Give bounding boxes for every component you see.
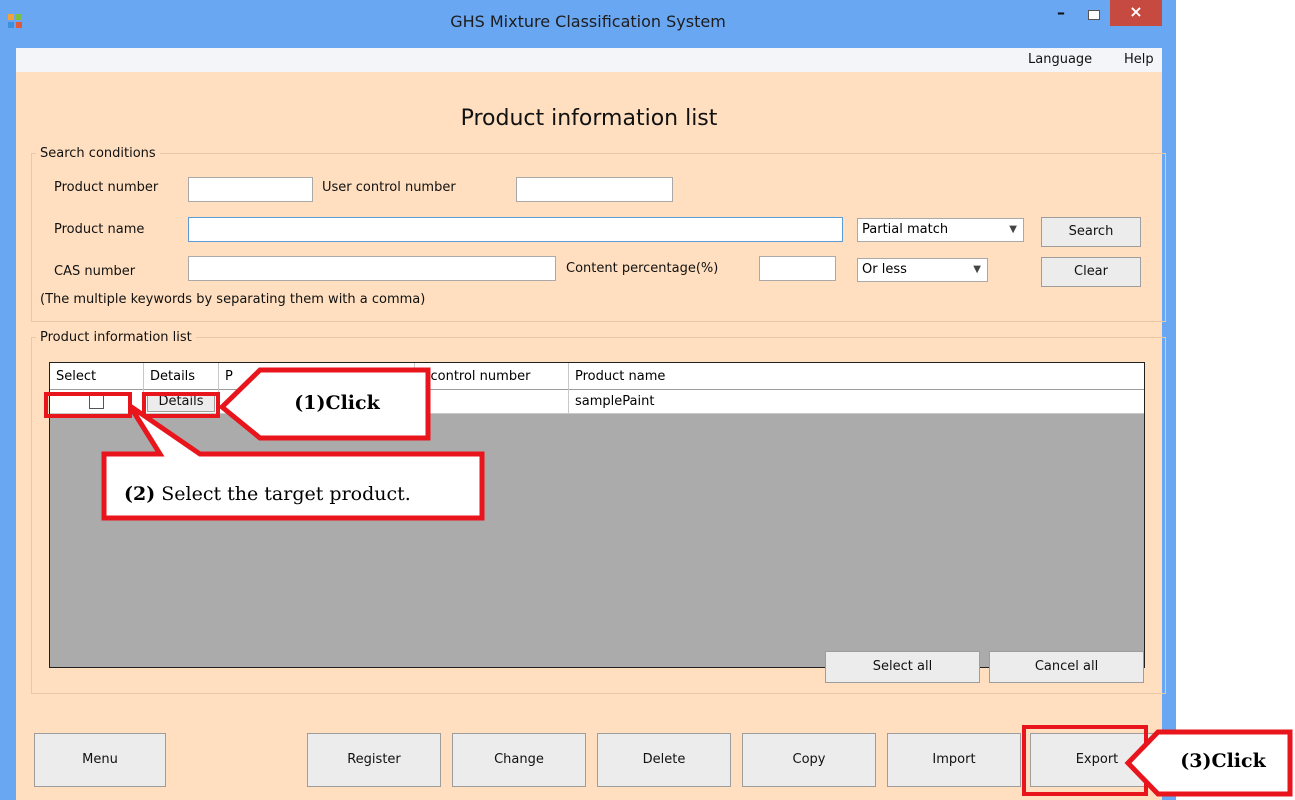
page-title: Product information list — [460, 106, 718, 131]
close-button[interactable]: × — [1110, 0, 1162, 26]
product-name-input[interactable] — [188, 217, 843, 242]
menu-language[interactable]: Language — [1028, 48, 1092, 72]
column-header-product-name[interactable]: Product name — [569, 363, 1144, 390]
window-title: GHS Mixture Classification System — [450, 12, 726, 31]
callout-2-pointer — [101, 404, 485, 521]
chevron-down-icon: ▼ — [973, 264, 981, 275]
menu-button[interactable]: Menu — [34, 733, 166, 787]
chevron-down-icon: ▼ — [1009, 224, 1017, 235]
column-header-details[interactable]: Details — [144, 363, 219, 390]
change-button[interactable]: Change — [452, 733, 586, 787]
import-button[interactable]: Import — [887, 733, 1021, 787]
column-header-select[interactable]: Select — [50, 363, 144, 390]
callout-2-number: (2) — [124, 483, 156, 505]
product-name-cell: samplePaint — [575, 394, 655, 409]
match-mode-value: Partial match — [862, 222, 949, 237]
delete-button[interactable]: Delete — [597, 733, 731, 787]
cas-number-input[interactable] — [188, 256, 556, 281]
copy-button[interactable]: Copy — [742, 733, 876, 787]
callout-3-text: (3)Click — [1180, 750, 1266, 772]
keyword-hint: (The multiple keywords by separating the… — [40, 292, 426, 307]
maximize-button[interactable] — [1079, 4, 1107, 26]
cancel-all-button[interactable]: Cancel all — [989, 651, 1144, 683]
match-mode-select[interactable]: Partial match ▼ — [857, 218, 1024, 242]
register-button[interactable]: Register — [307, 733, 441, 787]
comparison-select[interactable]: Or less ▼ — [857, 258, 988, 282]
clear-button[interactable]: Clear — [1041, 257, 1141, 287]
user-control-number-label: User control number — [322, 180, 456, 195]
column-header-user-control-number[interactable]: r control number — [415, 363, 569, 390]
product-number-label: Product number — [54, 180, 159, 195]
menu-help[interactable]: Help — [1124, 48, 1154, 72]
callout-2-label: Select the target product. — [155, 483, 411, 505]
cas-number-label: CAS number — [54, 264, 136, 279]
comparison-value: Or less — [862, 262, 907, 277]
callout-2-text: (2) Select the target product. — [124, 483, 411, 505]
content-percentage-label: Content percentage(%) — [566, 261, 719, 276]
product-name-label: Product name — [54, 222, 145, 237]
menu-bar: Language Help — [16, 48, 1162, 72]
user-control-number-input[interactable] — [516, 177, 673, 202]
search-conditions-legend: Search conditions — [40, 146, 156, 161]
maximize-icon — [1088, 10, 1100, 20]
select-all-button[interactable]: Select all — [825, 651, 980, 683]
product-number-input[interactable] — [188, 177, 313, 202]
title-bar[interactable]: GHS Mixture Classification System – × — [0, 0, 1176, 48]
product-list-legend: Product information list — [40, 330, 192, 345]
minimize-button[interactable]: – — [1047, 4, 1075, 26]
content-percentage-input[interactable] — [759, 256, 836, 281]
search-button[interactable]: Search — [1041, 217, 1141, 247]
